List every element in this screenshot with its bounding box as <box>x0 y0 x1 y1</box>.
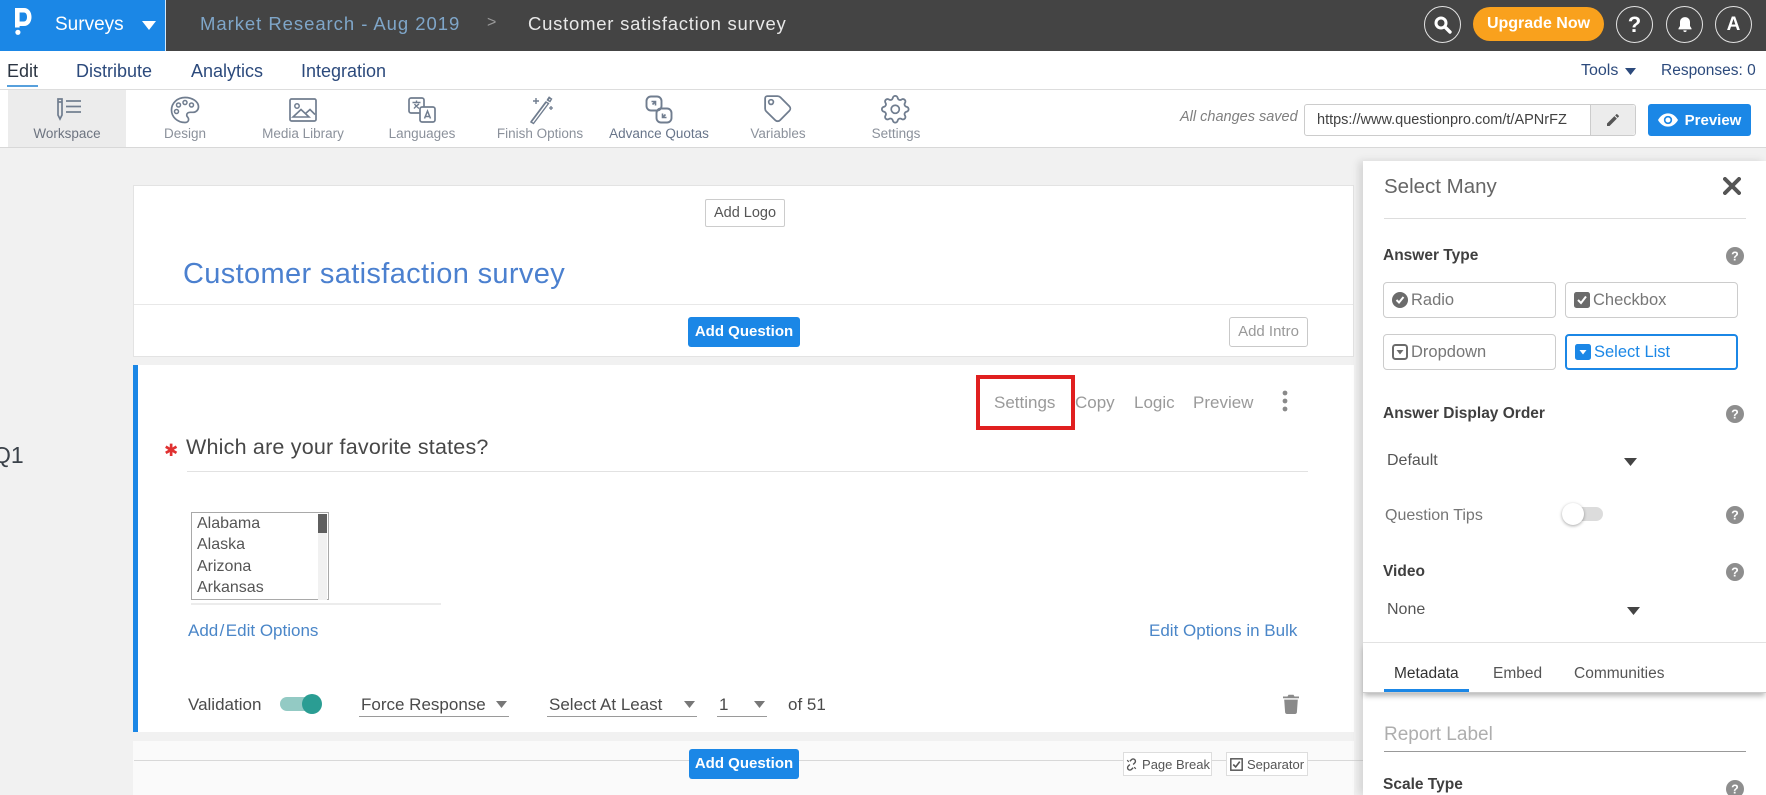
svg-text:?: ? <box>1731 407 1739 421</box>
svg-text:?: ? <box>1731 508 1739 522</box>
svg-text:?: ? <box>1731 565 1739 579</box>
svg-text:?: ? <box>1731 782 1739 795</box>
svg-text:?: ? <box>1731 249 1739 263</box>
